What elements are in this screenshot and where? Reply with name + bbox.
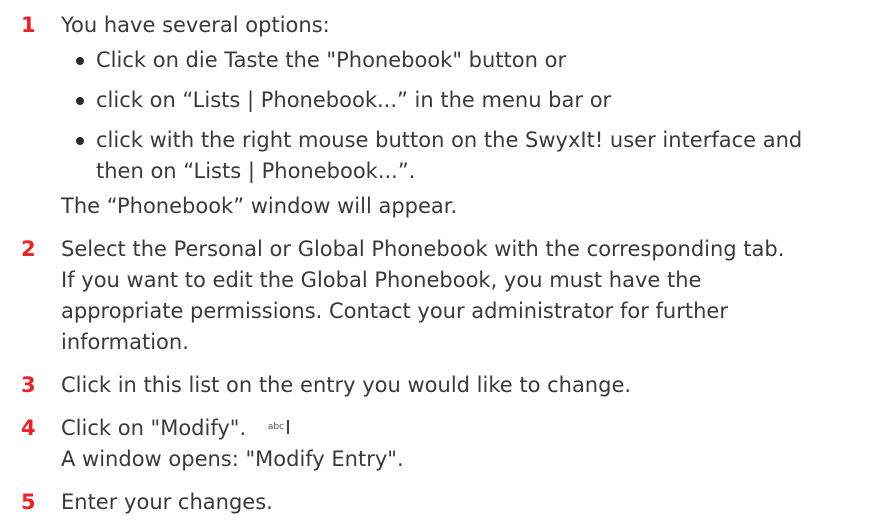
step-3: 3 Click in this list on the entry you wo… <box>21 370 894 401</box>
step-result: The “Phonebook” window will appear. <box>61 194 458 218</box>
step-result: A window opens: "Modify Entry". <box>61 447 404 471</box>
step-number: 4 <box>21 416 36 440</box>
list-item: Click on die Taste the "Phonebook" butto… <box>74 45 894 76</box>
list-item: click on “Lists | Phonebook...” in the m… <box>74 85 894 116</box>
step-text: Click in this list on the entry you woul… <box>61 373 632 397</box>
instruction-document: 1 You have several options: Click on die… <box>0 0 894 518</box>
step-number: 2 <box>21 237 36 261</box>
step-text: If you want to edit the Global Phonebook… <box>61 268 702 292</box>
step-number: 3 <box>21 373 36 397</box>
step-5: 5 Enter your changes. <box>21 487 894 518</box>
list-item: click with the right mouse button on the… <box>74 125 894 187</box>
step-text: Select the Personal or Global Phonebook … <box>61 237 785 261</box>
step-text: Click on "Modify". <box>61 416 247 440</box>
options-list: Click on die Taste the "Phonebook" butto… <box>61 45 894 187</box>
step-number: 5 <box>21 490 36 514</box>
step-text: information. <box>61 330 189 354</box>
step-text: Enter your changes. <box>61 490 273 514</box>
step-text: appropriate permissions. Contact your ad… <box>61 299 728 323</box>
step-1: 1 You have several options: Click on die… <box>21 10 894 222</box>
step-2: 2 Select the Personal or Global Phoneboo… <box>21 234 894 358</box>
step-4: 4 Click on "Modify". abc A window opens:… <box>21 413 894 475</box>
step-text: You have several options: <box>61 13 330 37</box>
abc-edit-icon: abc <box>267 420 289 434</box>
step-number: 1 <box>21 13 36 37</box>
